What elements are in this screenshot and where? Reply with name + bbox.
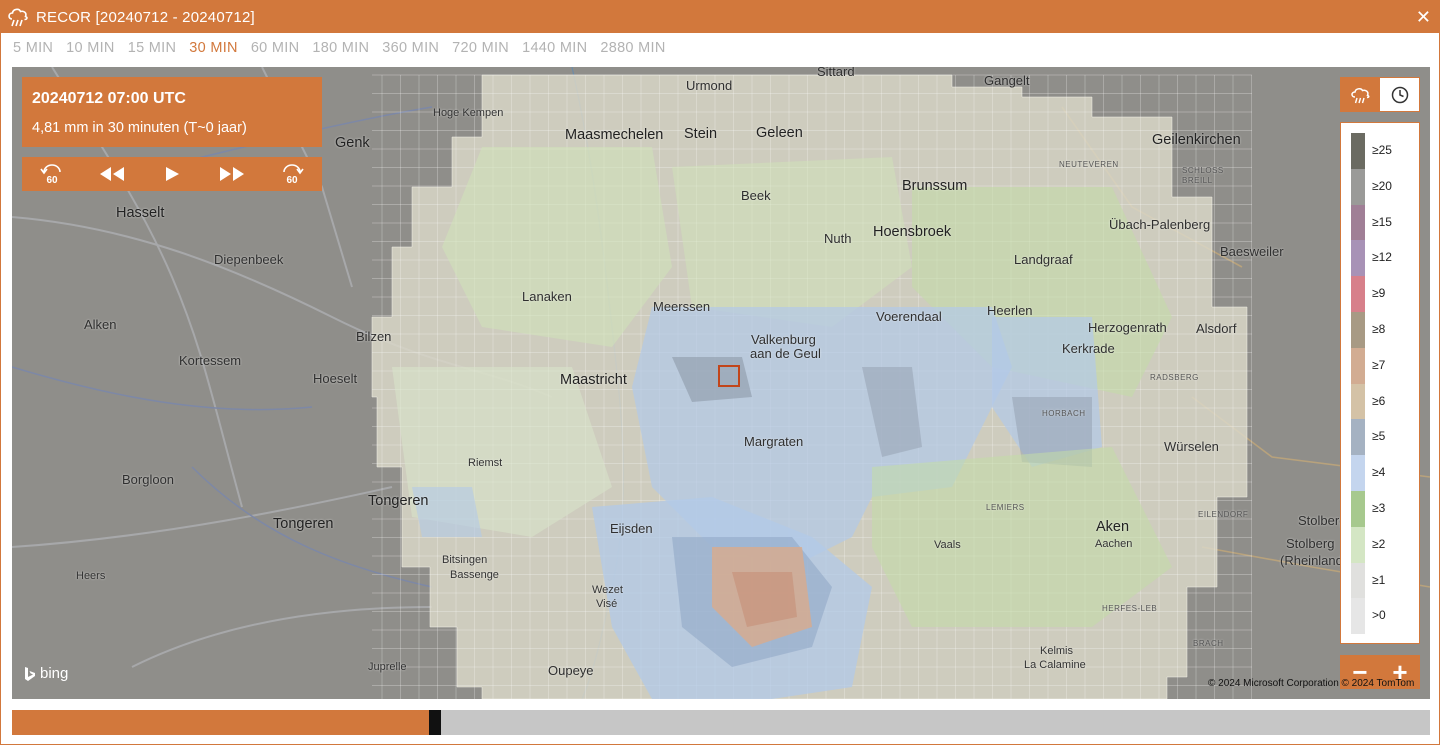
interval-tab[interactable]: 30 MIN: [189, 40, 238, 60]
legend-swatch: [1351, 133, 1365, 169]
legend-item: ≥20: [1351, 168, 1411, 205]
timeline-handle[interactable]: [428, 710, 441, 735]
timeline-slider[interactable]: [12, 710, 1430, 735]
legend-item: ≥25: [1351, 133, 1411, 169]
interval-tab[interactable]: 10 MIN: [66, 40, 115, 60]
legend-label: ≥3: [1372, 501, 1386, 515]
legend-item: >0: [1351, 598, 1411, 635]
legend-item: ≥4: [1351, 455, 1411, 492]
interval-selector: 5 MIN 10 MIN 15 MIN 30 MIN 60 MIN 180 MIN 360 …: [13, 40, 679, 60]
legend-item: ≥9: [1351, 276, 1411, 313]
legend-item: ≥1: [1351, 562, 1411, 599]
bing-icon: [25, 666, 35, 681]
step-forward-icon[interactable]: [212, 159, 252, 189]
interval-tab[interactable]: 15 MIN: [128, 40, 177, 60]
interval-tab[interactable]: 1440 MIN: [522, 40, 587, 60]
legend-label: ≥8: [1372, 322, 1386, 336]
legend-swatch: [1351, 240, 1365, 277]
precipitation-amount: 4,81 mm in 30 minuten (T~0 jaar): [32, 120, 247, 136]
legend-item: ≥3: [1351, 491, 1411, 527]
forward-60-label: 60: [286, 175, 298, 185]
playback-controls: 60 60: [22, 157, 322, 191]
legend-swatch: [1351, 383, 1365, 420]
interval-tab[interactable]: 720 MIN: [452, 40, 509, 60]
legend-swatch: [1351, 491, 1365, 527]
legend-swatch: [1351, 312, 1365, 348]
legend-label: ≥9: [1372, 286, 1386, 301]
map-view[interactable]: Sittard Gangelt Urmond Maasmechelen Stei…: [12, 67, 1430, 699]
legend-swatch: [1351, 347, 1365, 384]
legend-label: ≥4: [1372, 465, 1386, 480]
legend-label: ≥1: [1372, 572, 1386, 587]
interval-tab[interactable]: 360 MIN: [382, 40, 439, 60]
close-icon[interactable]: ✕: [1416, 7, 1431, 28]
legend-label: ≥20: [1372, 178, 1392, 193]
legend-swatch: [1351, 419, 1365, 456]
title-bar: RECOR [20240712 - 20240712] ✕: [1, 1, 1440, 33]
interval-tab[interactable]: 60 MIN: [251, 40, 300, 60]
precipitation-legend: ≥25 ≥20 ≥15 ≥12 ≥9 ≥8 ≥7 ≥6 ≥5 ≥4 ≥3 ≥2 ≥1 >0: [1340, 122, 1420, 644]
interval-tab[interactable]: 180 MIN: [312, 40, 369, 60]
legend-label: ≥7: [1372, 357, 1386, 372]
legend-label: >0: [1372, 608, 1386, 623]
legend-swatch: [1351, 168, 1365, 205]
legend-swatch: [1351, 276, 1365, 313]
bing-label: bing: [40, 665, 69, 682]
play-icon[interactable]: [152, 159, 192, 189]
legend-label: ≥25: [1372, 143, 1392, 157]
legend-label: ≥6: [1372, 393, 1386, 408]
legend-label: ≥5: [1372, 429, 1386, 444]
legend-item: ≥8: [1351, 312, 1411, 348]
legend-item: ≥12: [1351, 240, 1411, 277]
legend-label: ≥15: [1372, 214, 1392, 229]
legend-item: ≥5: [1351, 419, 1411, 456]
forward-60-icon[interactable]: 60: [272, 159, 312, 189]
legend-swatch: [1351, 526, 1365, 563]
rain-cloud-icon[interactable]: [1341, 78, 1380, 111]
clock-icon[interactable]: [1380, 78, 1419, 111]
rewind-60-label: 60: [46, 175, 58, 185]
legend-swatch: [1351, 598, 1365, 635]
mode-toggle: [1340, 77, 1420, 112]
map-copyright: © 2024 Microsoft Corporation © 2024 TomT…: [1208, 678, 1415, 689]
rain-cloud-icon: [6, 6, 30, 28]
interval-tab[interactable]: 2880 MIN: [600, 40, 665, 60]
legend-label: ≥2: [1372, 536, 1386, 551]
bing-logo: bing: [24, 665, 68, 682]
legend-item: ≥2: [1351, 526, 1411, 563]
window-title: RECOR [20240712 - 20240712]: [36, 9, 255, 26]
step-back-icon[interactable]: [92, 159, 132, 189]
timeline-progress: [12, 710, 429, 735]
legend-swatch: [1351, 562, 1365, 599]
legend-label: ≥12: [1372, 250, 1392, 265]
interval-tab[interactable]: 5 MIN: [13, 40, 53, 60]
legend-swatch: [1351, 204, 1365, 241]
legend-item: ≥15: [1351, 204, 1411, 241]
rewind-60-icon[interactable]: 60: [32, 159, 72, 189]
info-panel: 20240712 07:00 UTC 4,81 mm in 30 minuten…: [22, 77, 322, 147]
legend-swatch: [1351, 455, 1365, 492]
app-window: RECOR [20240712 - 20240712] ✕ 5 MIN 10 MI…: [0, 0, 1440, 745]
timestamp-label: 20240712 07:00 UTC: [32, 90, 186, 107]
legend-item: ≥7: [1351, 347, 1411, 384]
legend-item: ≥6: [1351, 383, 1411, 420]
